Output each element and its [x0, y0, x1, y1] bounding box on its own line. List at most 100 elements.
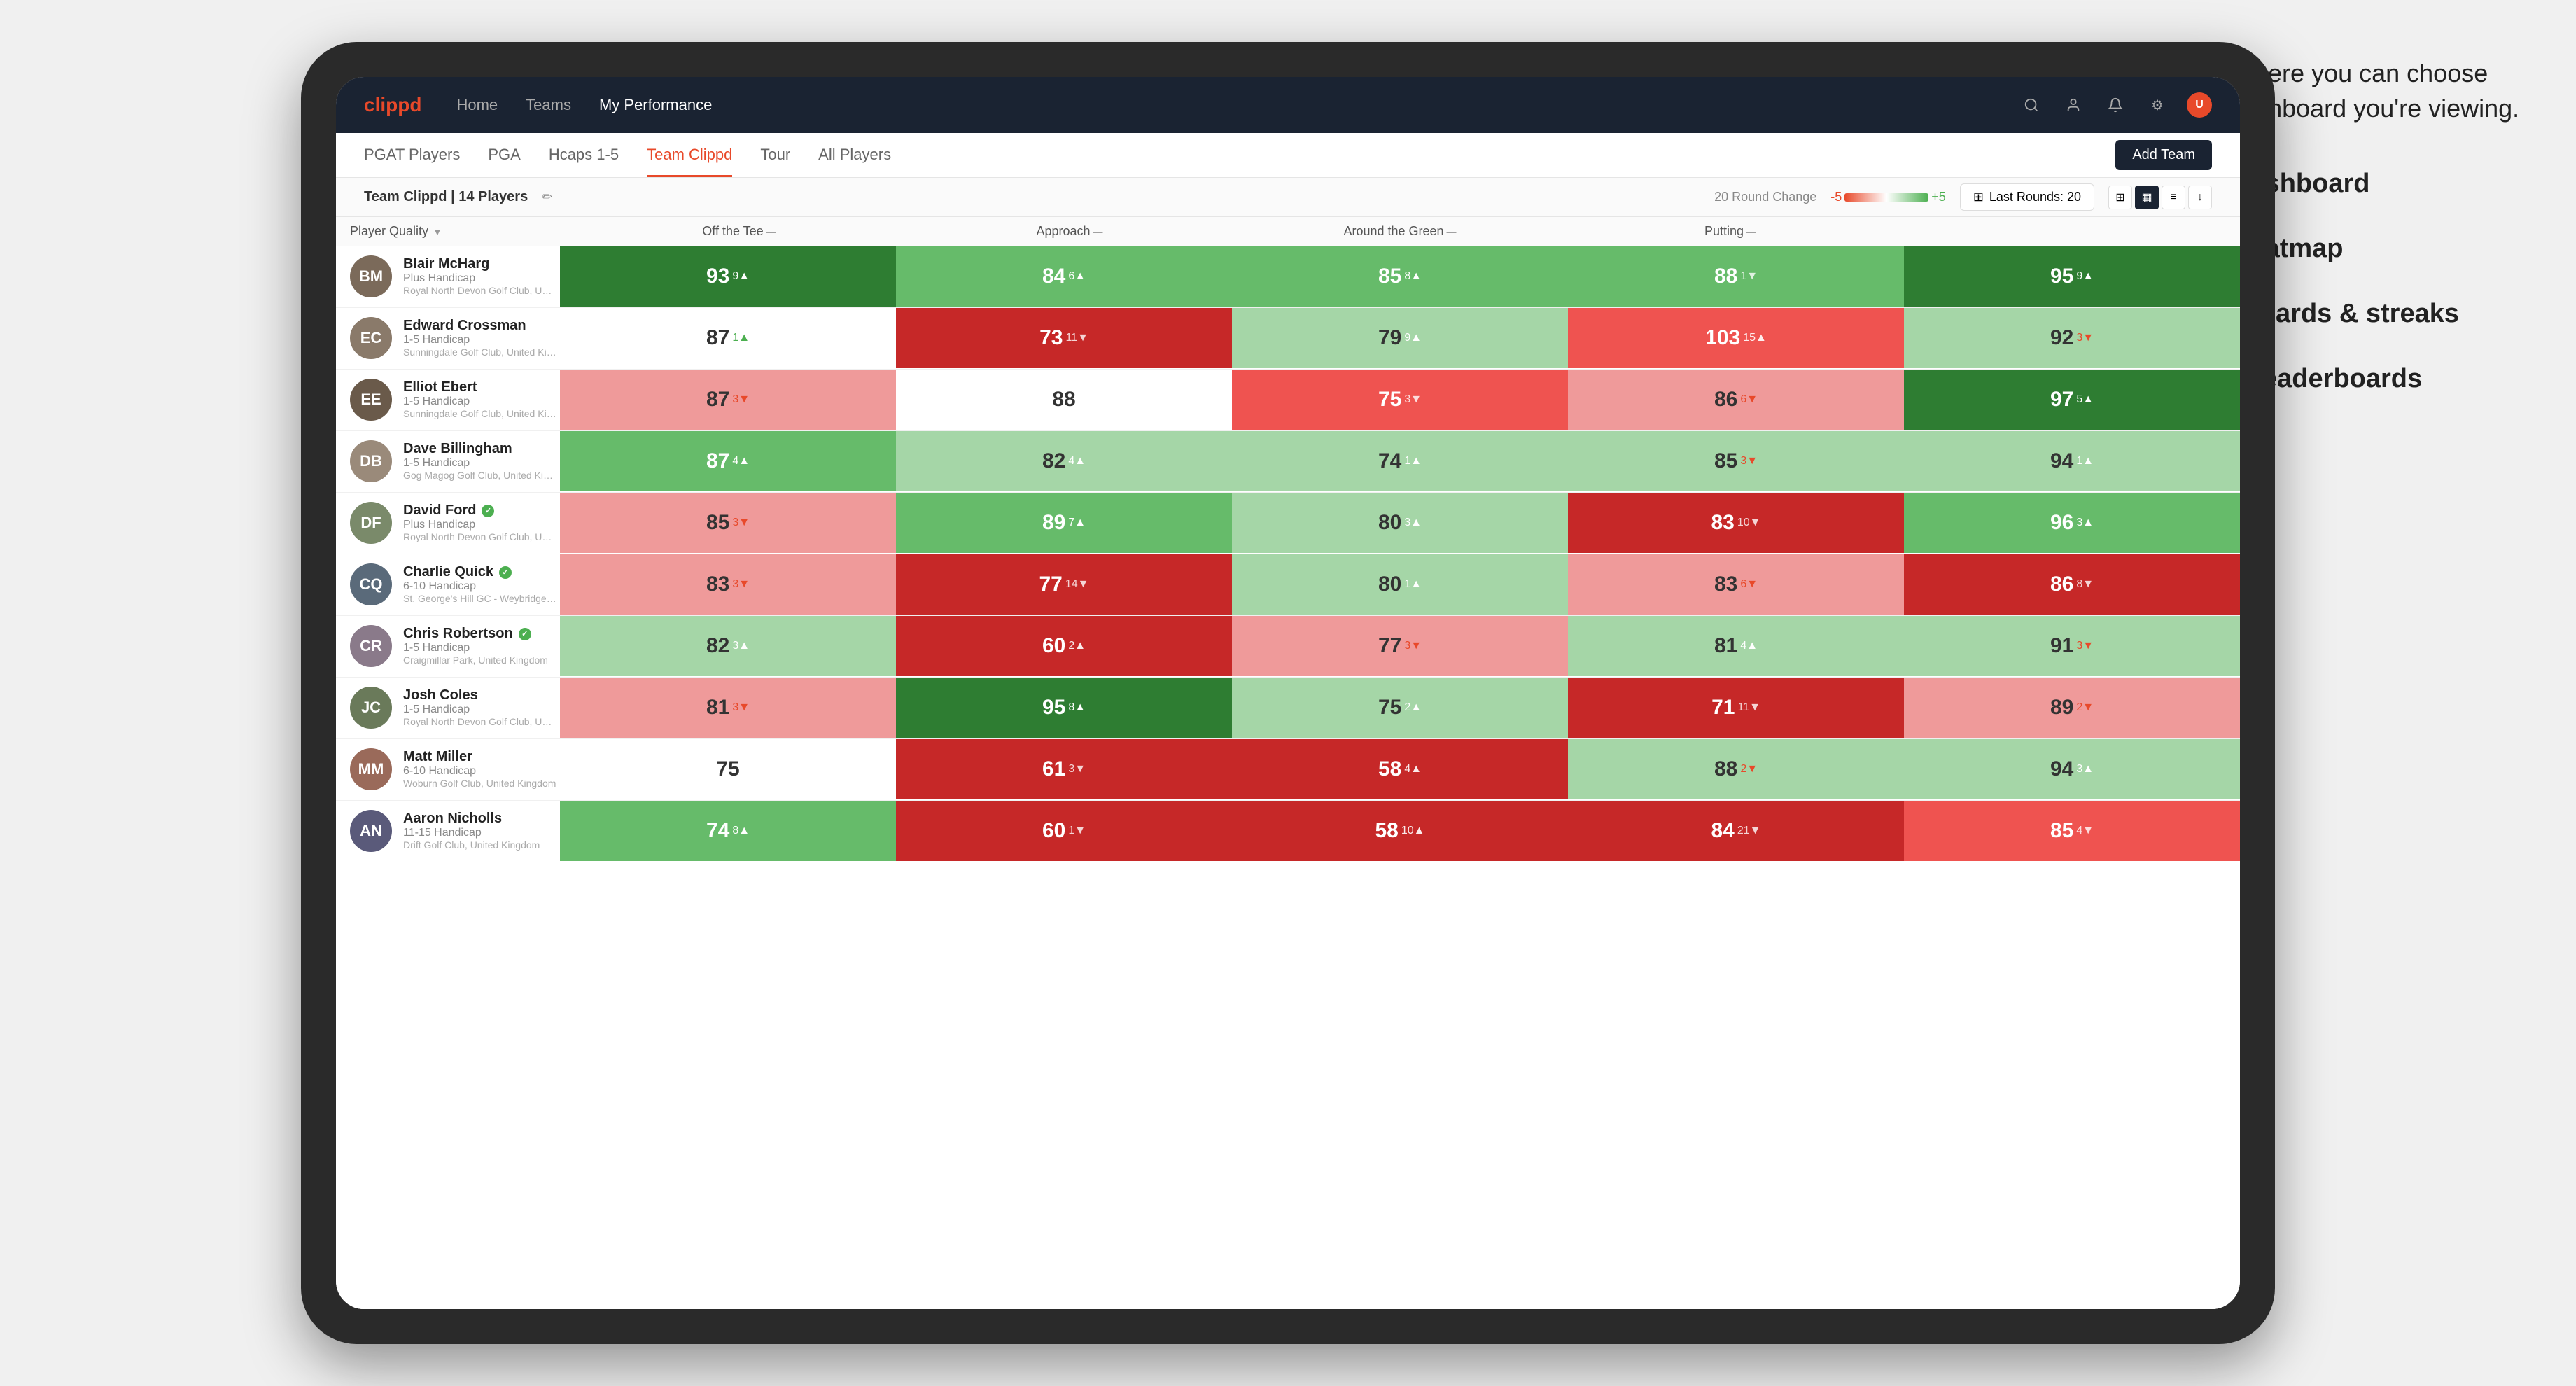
score-change: 11▼: [1737, 701, 1760, 714]
player-handicap: 1-5 Handicap: [403, 704, 557, 716]
tab-tour[interactable]: Tour: [760, 146, 790, 177]
add-team-button[interactable]: Add Team: [2115, 140, 2212, 170]
nav-my-performance[interactable]: My Performance: [599, 96, 712, 114]
score-value: 92: [2050, 326, 2073, 350]
score-value: 84: [1711, 819, 1734, 843]
score-change: 3▼: [732, 393, 750, 406]
avatar: CQ: [350, 564, 392, 606]
main-content: Player Quality ▼ Off the Tee — Approach …: [336, 217, 2240, 1309]
player-name: Edward Crossman: [403, 318, 557, 334]
player-details: Charlie Quick✓6-10 HandicapSt. George's …: [403, 564, 557, 604]
player-club: Royal North Devon Golf Club, United King…: [403, 531, 557, 542]
player-info-cell: DBDave Billingham1-5 HandicapGog Magog G…: [336, 431, 560, 491]
download-button[interactable]: ↓: [2188, 186, 2212, 209]
score-cell: 753▼: [1232, 370, 1568, 430]
score-cell: 752▲: [1232, 678, 1568, 738]
score-value: 75: [1378, 696, 1401, 720]
tab-pgat-players[interactable]: PGAT Players: [364, 146, 460, 177]
table-row[interactable]: ANAaron Nicholls11-15 HandicapDrift Golf…: [336, 801, 2240, 862]
score-change: 2▲: [1404, 701, 1422, 714]
tablet-device: clippd Home Teams My Performance: [301, 42, 2275, 1344]
table-row[interactable]: BMBlair McHargPlus HandicapRoyal North D…: [336, 246, 2240, 308]
tab-hcaps-1-5[interactable]: Hcaps 1-5: [549, 146, 619, 177]
player-handicap: 1-5 Handicap: [403, 642, 548, 654]
table-row[interactable]: DFDavid Ford✓Plus HandicapRoyal North De…: [336, 493, 2240, 554]
sub-navigation: PGAT Players PGA Hcaps 1-5 Team Clippd T…: [336, 133, 2240, 178]
score-cell: 5810▲: [1232, 801, 1568, 861]
player-details: Dave Billingham1-5 HandicapGog Magog Gol…: [403, 441, 557, 481]
score-change: 10▲: [1401, 825, 1425, 837]
sub-nav-tabs: PGAT Players PGA Hcaps 1-5 Team Clippd T…: [364, 133, 891, 177]
player-club: Sunningdale Golf Club, United Kingdom: [403, 346, 557, 358]
scale-bar: [1844, 193, 1928, 202]
score-change: 3▲: [2076, 517, 2094, 529]
score-change: 21▼: [1737, 825, 1761, 837]
col-header-player[interactable]: Player Quality ▼: [350, 224, 574, 239]
score-change: 14▼: [1065, 578, 1089, 591]
score-value: 61: [1042, 757, 1065, 781]
score-change: 3▼: [1404, 393, 1422, 406]
avatar: MM: [350, 748, 392, 790]
score-value: 58: [1378, 757, 1401, 781]
table-row[interactable]: EE Elliot Ebert1-5 HandicapSunningdale Go…: [336, 370, 2240, 431]
search-icon[interactable]: [2019, 92, 2044, 118]
player-name: Aaron Nicholls: [403, 811, 546, 827]
player-details: Edward Crossman1-5 HandicapSunningdale G…: [403, 318, 557, 358]
player-info-cell: CRChris Robertson✓1-5 HandicapCraigmilla…: [336, 616, 560, 676]
nav-home[interactable]: Home: [456, 96, 498, 114]
score-cell: 853▼: [1568, 431, 1904, 491]
score-value: 83: [1714, 573, 1737, 596]
score-change: 1▲: [1404, 455, 1422, 468]
score-change: 3▲: [1404, 517, 1422, 529]
score-cell: 799▲: [1232, 308, 1568, 368]
tab-pga[interactable]: PGA: [488, 146, 520, 177]
score-change: 4▲: [1740, 640, 1758, 652]
score-value: 103: [1705, 326, 1740, 350]
bell-icon[interactable]: [2103, 92, 2128, 118]
col-header-approach[interactable]: Approach —: [904, 224, 1235, 239]
user-avatar[interactable]: U: [2187, 92, 2212, 118]
tab-all-players[interactable]: All Players: [818, 146, 891, 177]
list-view-button[interactable]: ≡: [2162, 186, 2185, 209]
settings-icon[interactable]: ⚙: [2145, 92, 2170, 118]
avatar: EC: [350, 317, 392, 359]
score-cell: 75: [560, 739, 896, 799]
table-row[interactable]: CRChris Robertson✓1-5 HandicapCraigmilla…: [336, 616, 2240, 678]
score-cell: 748▲: [560, 801, 896, 861]
avatar: EE: [350, 379, 392, 421]
player-details: Elliot Ebert1-5 HandicapSunningdale Golf…: [403, 379, 557, 419]
player-handicap: 6-10 Handicap: [403, 765, 556, 778]
score-cell: 773▼: [1232, 616, 1568, 676]
score-change: 2▼: [2076, 701, 2094, 714]
player-club: St. George's Hill GC - Weybridge - Surre…: [403, 593, 557, 604]
table-row[interactable]: JCJosh Coles1-5 HandicapRoyal North Devo…: [336, 678, 2240, 739]
nav-teams[interactable]: Teams: [526, 96, 571, 114]
score-change: 1▲: [2076, 455, 2094, 468]
edit-team-icon[interactable]: ✏: [542, 190, 552, 204]
heatmap-view-button[interactable]: ▦: [2135, 186, 2159, 209]
col-header-putting[interactable]: Putting —: [1565, 224, 1896, 239]
col-header-off-tee[interactable]: Off the Tee —: [574, 224, 904, 239]
table-row[interactable]: CQ Charlie Quick✓6-10 HandicapSt. George'…: [336, 554, 2240, 616]
score-change: 4▲: [1404, 763, 1422, 776]
table-row[interactable]: MMMatt Miller6-10 HandicapWoburn Golf Cl…: [336, 739, 2240, 801]
score-value: 82: [706, 634, 729, 658]
tab-team-clippd[interactable]: Team Clippd: [647, 146, 732, 177]
grid-view-button[interactable]: ⊞: [2108, 186, 2132, 209]
player-name: Matt Miller: [403, 749, 556, 765]
table-row[interactable]: DBDave Billingham1-5 HandicapGog Magog G…: [336, 431, 2240, 493]
player-info-cell: EC Edward Crossman1-5 HandicapSunningdale…: [336, 308, 560, 368]
avatar: JC: [350, 687, 392, 729]
user-icon[interactable]: [2061, 92, 2086, 118]
score-value: 82: [1042, 449, 1065, 473]
player-info-cell: DFDavid Ford✓Plus HandicapRoyal North De…: [336, 493, 560, 553]
table-row[interactable]: EC Edward Crossman1-5 HandicapSunningdale…: [336, 308, 2240, 370]
player-club: Royal North Devon Golf Club, United King…: [403, 716, 557, 727]
player-name: Chris Robertson✓: [403, 626, 548, 642]
col-header-around-green[interactable]: Around the Green —: [1235, 224, 1565, 239]
player-info-cell: MMMatt Miller6-10 HandicapWoburn Golf Cl…: [336, 739, 560, 799]
score-value: 85: [1714, 449, 1737, 473]
score-cell: 959▲: [1904, 246, 2240, 307]
score-cell: 897▲: [896, 493, 1232, 553]
last-rounds-button[interactable]: ⊞ Last Rounds: 20: [1960, 183, 2094, 211]
